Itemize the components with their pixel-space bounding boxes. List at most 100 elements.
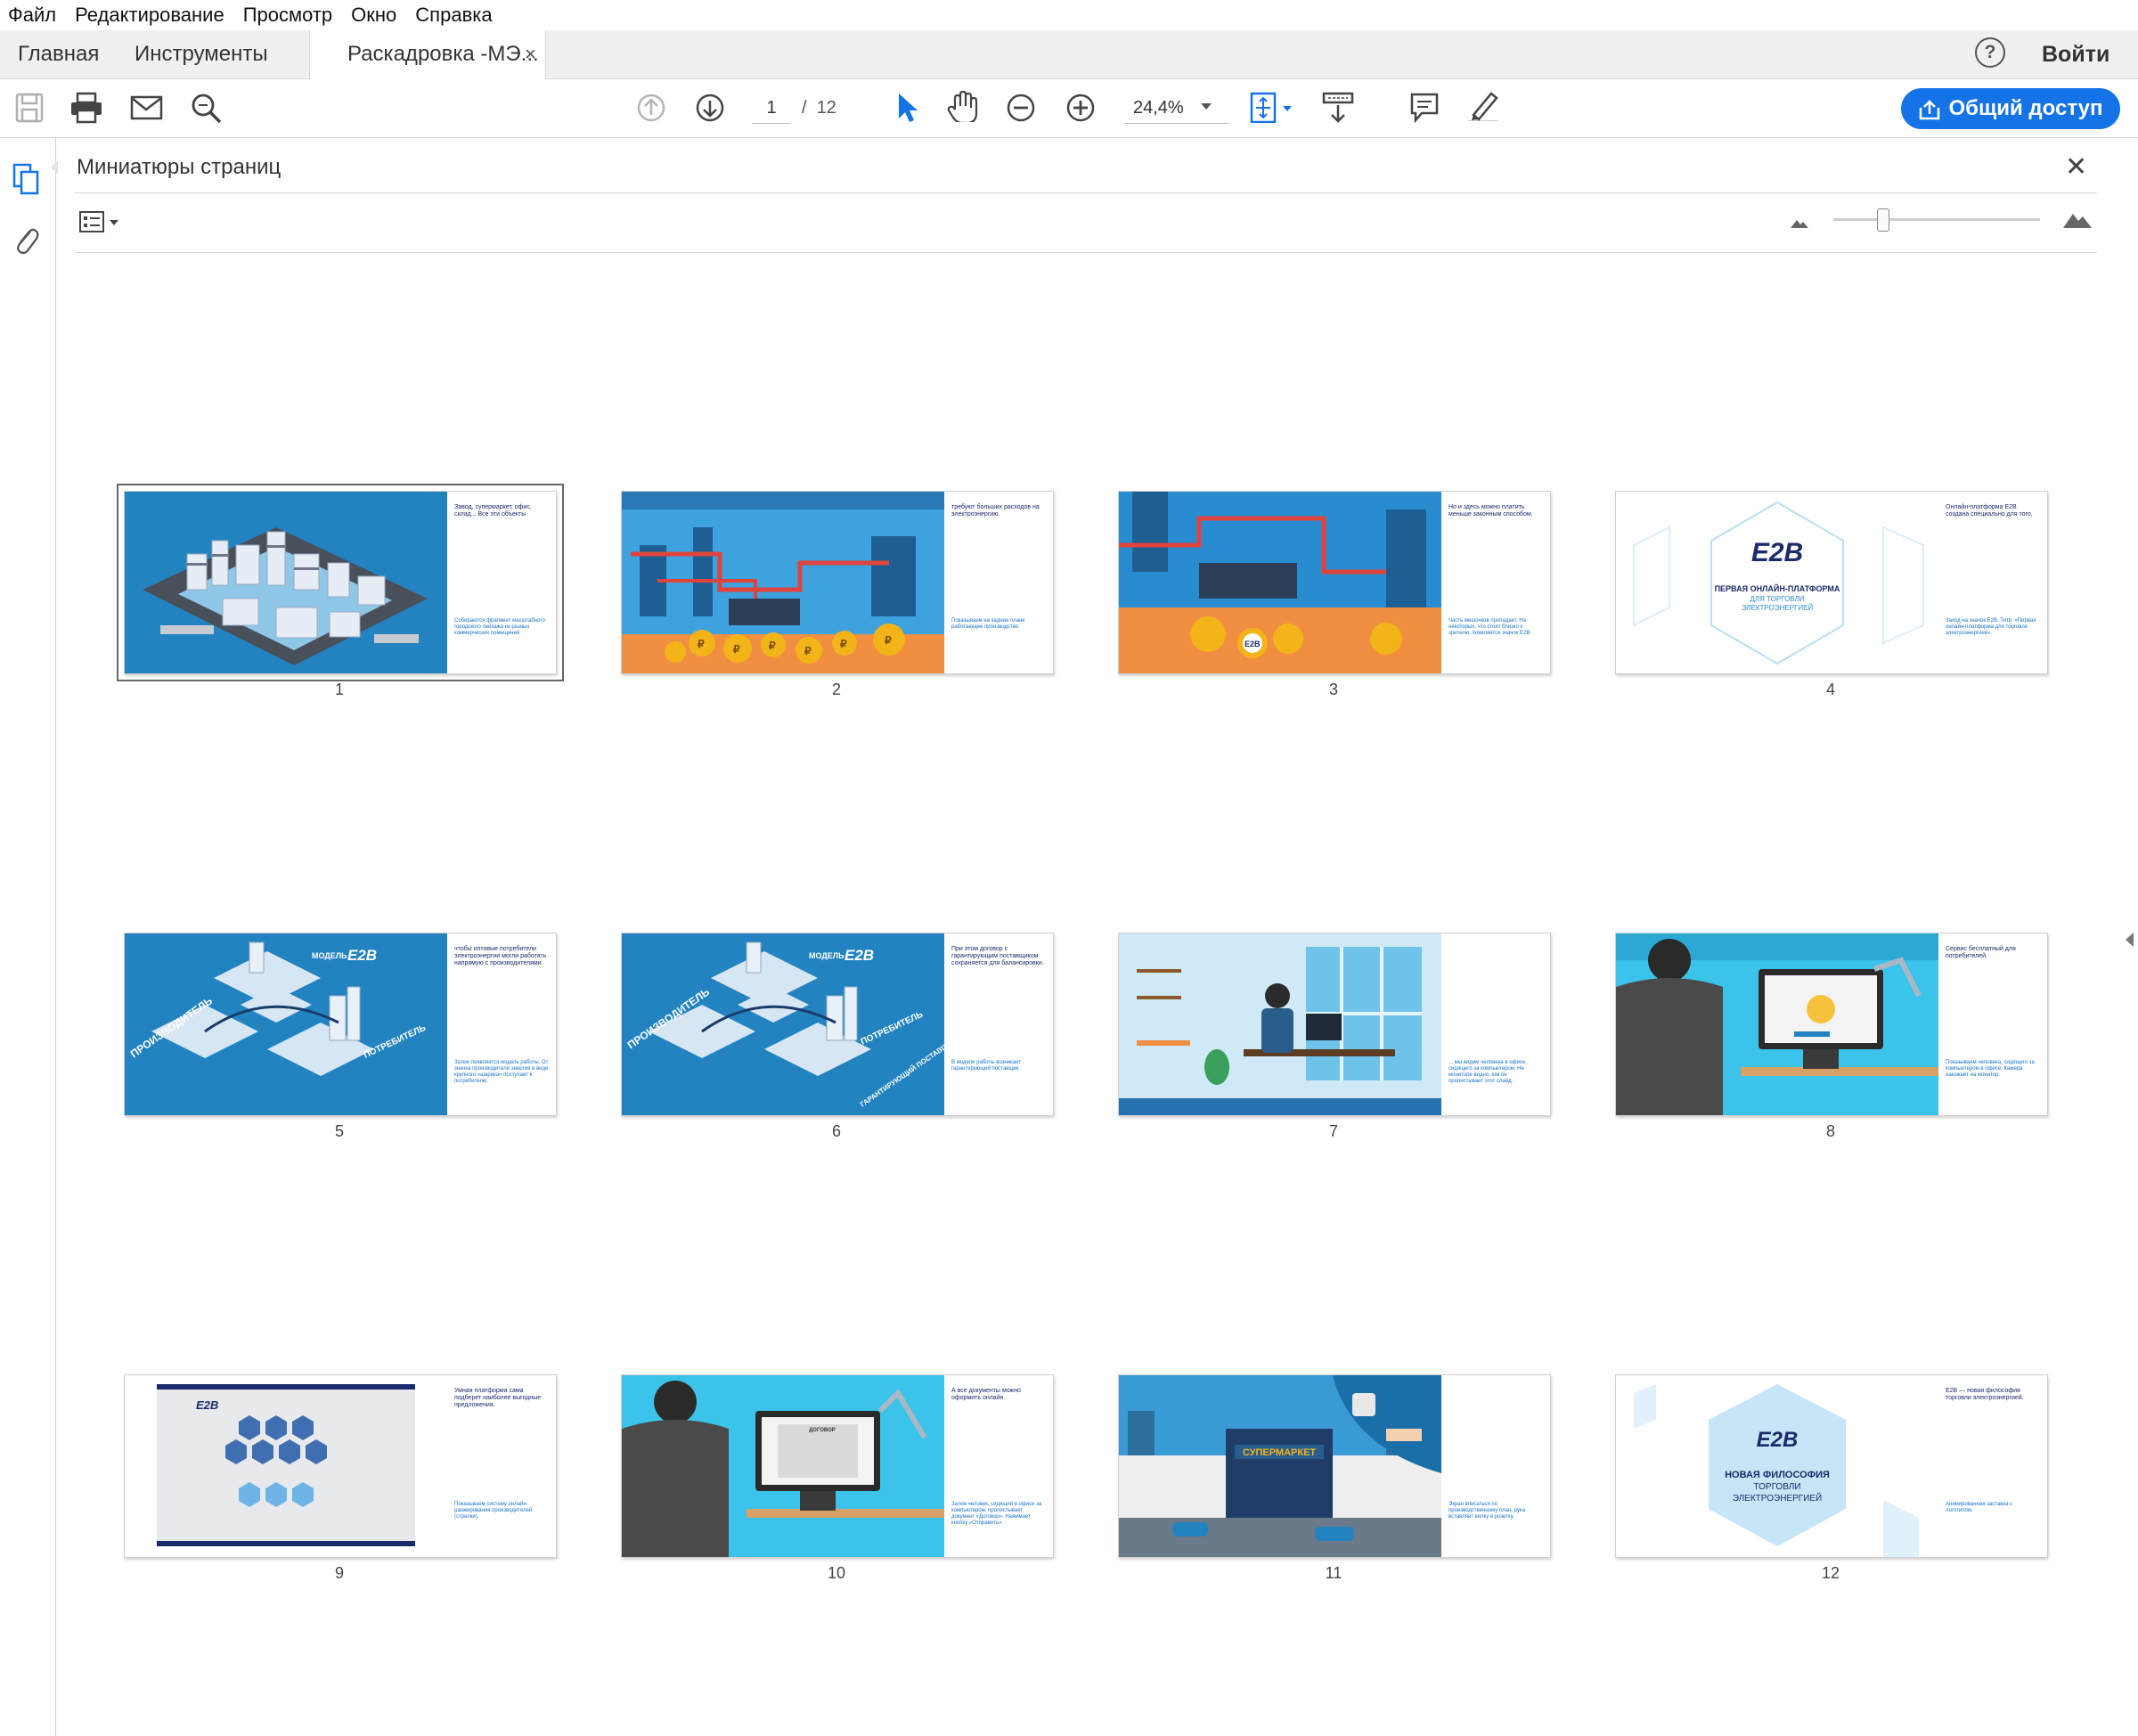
slide-art-model-guarantor: МОДЕЛЬ E2B ПРОИЗВОДИТЕЛЬ ПОТРЕБИТЕЛЬ ГАР… (622, 933, 944, 1115)
divider (75, 192, 2097, 193)
zoom-in-icon[interactable] (1065, 93, 1096, 125)
page-thumbnail-6[interactable]: МОДЕЛЬ E2B ПРОИЗВОДИТЕЛЬ ПОТРЕБИТЕЛЬ ГАР… (621, 933, 1054, 1116)
slide-text-top: E2B — новая философия торговли электроэн… (1946, 1388, 2024, 1401)
slide-text-bottom: В модели работы возникает гарантирующий … (951, 1060, 1021, 1072)
page-thumbnail-12[interactable]: E2B НОВАЯ ФИЛОСОФИЯ ТОРГОВЛИ ЭЛЕКТРОЭНЕР… (1615, 1374, 2048, 1558)
comment-icon[interactable] (1409, 92, 1440, 124)
slide-contract-label: ДОГОВОР (809, 1428, 836, 1433)
expand-right-pane-icon[interactable] (2126, 933, 2134, 947)
zoom-out-icon[interactable] (1006, 93, 1036, 125)
slide-text-bottom: Показываем систему онлайн-ранжирования п… (454, 1502, 533, 1520)
attachments-icon[interactable] (12, 224, 39, 257)
menu-edit[interactable]: Редактирование (67, 0, 235, 30)
page-number-input[interactable]: 1 (752, 93, 791, 124)
slide-title-line: НОВАЯ ФИЛОСОФИЯ (1725, 1470, 1830, 1480)
slide-art-model: МОДЕЛЬ E2B ПРОИЗВОДИТЕЛЬ ПОТРЕБИТЕЛЬ (125, 933, 447, 1115)
slide-brand: E2B (196, 1398, 218, 1412)
page-thumbnail-1[interactable]: Завод, супермаркет, офис, склад... Все э… (117, 484, 564, 681)
page-number-label: 12 (1821, 1564, 1840, 1582)
zoom-level-select[interactable]: 24,4% (1124, 93, 1229, 124)
tab-tools[interactable]: Инструменты (135, 30, 268, 78)
slide-text-bottom: Показываем на задние плане работающее пр… (951, 618, 1025, 630)
slide-text-top: А все документы можно оформить онлайн. (951, 1388, 1021, 1401)
svg-text:₽: ₽ (733, 643, 740, 656)
slide-art-final-logo: E2B НОВАЯ ФИЛОСОФИЯ ТОРГОВЛИ ЭЛЕКТРОЭНЕР… (1616, 1375, 1938, 1557)
pane-pointer (51, 160, 58, 175)
select-tool-icon[interactable] (894, 91, 918, 123)
total-pages: 12 (816, 98, 836, 118)
page-number-label: 1 (334, 681, 344, 698)
slide-text-bottom: Экран вписаться по производственному пла… (1448, 1502, 1525, 1520)
slider-handle[interactable] (1877, 208, 1889, 232)
thumbnail-options-icon[interactable] (78, 210, 123, 235)
thumbnail-size-slider[interactable] (1833, 218, 2040, 221)
close-panel-icon[interactable]: ✕ (2065, 151, 2087, 183)
scroll-mode-icon[interactable] (1322, 91, 1354, 123)
fit-page-icon[interactable] (1249, 91, 1295, 123)
help-icon[interactable]: ? (1975, 37, 2005, 68)
slide-model-label: МОДЕЛЬ (809, 951, 845, 960)
print-icon[interactable] (69, 92, 103, 124)
slide-art-contract: ДОГОВОР (622, 1375, 944, 1557)
page-number-label: 10 (827, 1564, 846, 1582)
zoom-dropdown-icon[interactable] (1201, 103, 1212, 110)
page-number-label: 11 (1325, 1564, 1342, 1582)
slide-title-line: ДЛЯ ТОРГОВЛИ (1750, 595, 1804, 603)
slide-text-bottom: Затем человек, сидящий в офисе за компью… (951, 1502, 1042, 1526)
slide-art-factory: ₽ ₽ ₽ ₽ ₽ ₽ (622, 492, 944, 673)
save-icon[interactable] (14, 92, 45, 124)
page-thumbnails-icon[interactable] (12, 163, 39, 195)
menu-help[interactable]: Справка (407, 0, 502, 30)
svg-text:₽: ₽ (885, 634, 892, 647)
slide-art-logo: E2B ПЕРВАЯ ОНЛАЙН-ПЛАТФОРМА ДЛЯ ТОРГОВЛИ… (1616, 492, 1938, 673)
slide-art-monitor (1616, 933, 1938, 1115)
slide-model-label: МОДЕЛЬ (312, 951, 347, 960)
share-button[interactable]: Общий доступ (1901, 88, 2120, 129)
slide-brand: E2B (1751, 538, 1803, 567)
svg-text:₽: ₽ (769, 640, 776, 652)
page-count: / 12 (802, 98, 836, 118)
slide-text-bottom: Собираются фрагмент масштабного городско… (454, 618, 545, 636)
page-thumbnail-7[interactable]: ... мы видим человека в офисе, сидящего … (1118, 933, 1551, 1116)
page-number-label: 4 (1825, 681, 1835, 698)
slide-art-hexagons: E2B (125, 1375, 447, 1557)
page-thumbnail-3[interactable]: E2B Но и здесь можно платить меньше зако… (1118, 491, 1551, 674)
slide-art-city (125, 492, 447, 673)
thumbnail-large-icon[interactable] (2061, 208, 2093, 230)
page-thumbnail-9[interactable]: E2B Умная платформа сама подберет наибол… (124, 1374, 557, 1558)
menu-view[interactable]: Просмотр (235, 0, 343, 30)
email-icon[interactable] (130, 94, 164, 126)
page-number-label: 8 (1825, 1122, 1835, 1140)
page-thumbnail-10[interactable]: ДОГОВОР А все документы можно оформить о… (621, 1374, 1054, 1558)
search-icon[interactable] (190, 92, 224, 124)
page-thumbnail-4[interactable]: E2B ПЕРВАЯ ОНЛАЙН-ПЛАТФОРМА ДЛЯ ТОРГОВЛИ… (1615, 491, 2048, 674)
slide-title-line: ЭЛЕКТРОЭНЕРГИЕЙ (1733, 1492, 1822, 1504)
tab-close-icon[interactable]: × (525, 30, 536, 78)
page-thumbnail-11[interactable]: СУПЕРМАРКЕТ Экран вписаться по производс… (1118, 1374, 1551, 1558)
slide-text-bottom: Часть мешочков пропадает. На некоторых, … (1448, 618, 1531, 636)
menu-file[interactable]: Файл (0, 0, 67, 30)
slide-text-top: Умная платформа сама подберет наиболее в… (454, 1388, 542, 1408)
hand-tool-icon[interactable] (946, 90, 980, 122)
slide-text-bottom: Показываем человека, сидящего за компьют… (1946, 1060, 2035, 1078)
page-thumbnail-2[interactable]: ₽ ₽ ₽ ₽ ₽ ₽ требуют больших расходов на элект… (621, 491, 1054, 674)
prev-page-icon[interactable] (636, 93, 666, 125)
slide-brand: E2B (1244, 640, 1261, 648)
page-number-label: 6 (831, 1122, 841, 1140)
svg-text:₽: ₽ (698, 638, 705, 650)
slide-brand: E2B (347, 947, 377, 964)
page-thumbnail-5[interactable]: МОДЕЛЬ E2B ПРОИЗВОДИТЕЛЬ ПОТРЕБИТЕЛЬ что… (124, 933, 557, 1116)
page-number-label: 2 (831, 681, 841, 698)
highlight-icon[interactable] (1466, 89, 1500, 121)
menu-window[interactable]: Окно (343, 0, 407, 30)
tab-document[interactable]: Раскадровка -МЭ... (309, 30, 546, 79)
page-thumbnail-8[interactable]: Сервис бесплатный для потребителей. Пока… (1615, 933, 2048, 1116)
svg-text:₽: ₽ (804, 645, 812, 657)
signin-button[interactable]: Войти (2042, 30, 2109, 78)
tab-home[interactable]: Главная (18, 30, 99, 78)
page-number-label: 3 (1328, 681, 1338, 698)
next-page-icon[interactable] (695, 93, 725, 125)
slide-text-top: Но и здесь можно платить меньше законным… (1448, 504, 1533, 518)
thumbnail-small-icon[interactable] (1789, 216, 1810, 230)
slide-title-line: ПЕРВАЯ ОНЛАЙН-ПЛАТФОРМА (1715, 583, 1840, 593)
